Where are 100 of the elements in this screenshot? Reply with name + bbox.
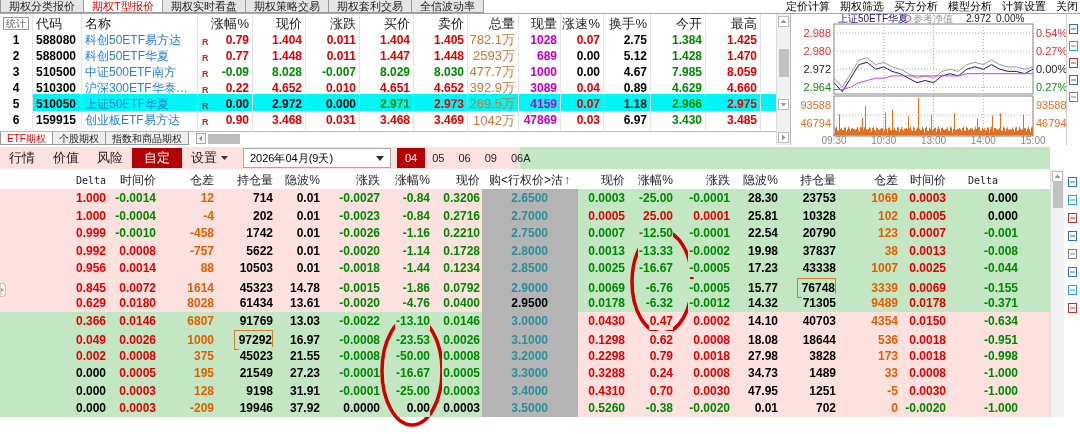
column-header: 总量	[468, 14, 519, 34]
toolbar-icon[interactable]	[1067, 177, 1077, 187]
table-cell-text: 创业板ETF易方达	[85, 112, 180, 130]
month-tab[interactable]: 06A	[504, 148, 538, 168]
table-cell-text: 0.77	[225, 47, 249, 65]
toolbar-icon[interactable]	[1069, 75, 1078, 85]
column-header: 购<行权价>沽	[488, 172, 563, 189]
axis-label: 93588	[800, 99, 831, 111]
table-cell-text: 2.75	[623, 31, 647, 49]
table-cell-text: 1.404	[379, 31, 410, 49]
legend-label: 参考净值	[913, 14, 953, 24]
column-header: 仓差	[189, 172, 215, 189]
toolbar-icon[interactable]	[1067, 213, 1077, 223]
time-label: 13:00	[921, 135, 946, 145]
tab[interactable]: ETF期权	[0, 132, 53, 145]
tab[interactable]: 期权分类报价	[0, 0, 84, 13]
scroll-thumb-icon[interactable]	[207, 133, 240, 144]
menu-item[interactable]: 模型分析	[948, 0, 992, 13]
month-tab[interactable]: 05	[425, 148, 452, 168]
column-header: 时间价	[909, 172, 947, 189]
axis-label: 2.964	[803, 81, 831, 94]
time-label: 14:00	[970, 135, 996, 145]
column-header: 涨幅%	[394, 172, 431, 189]
menu-item[interactable]: 计算设置	[1002, 0, 1046, 13]
settings-button[interactable]: 设置	[182, 148, 237, 168]
column-header: 涨幅%	[198, 14, 253, 34]
tab[interactable]: 全信波动率	[410, 0, 484, 13]
scroll-thumb-icon[interactable]	[1052, 182, 1063, 208]
toolbar-icon[interactable]	[1067, 267, 1077, 277]
strike-cell: 2.8500	[482, 259, 578, 277]
toolbar-icon[interactable]	[1069, 92, 1078, 102]
menu-item[interactable]: 关闭	[1056, 0, 1078, 13]
stat-button[interactable]: 统计	[3, 17, 29, 31]
table-cell-text: 6	[12, 112, 20, 130]
column-header: 时间价	[119, 172, 157, 189]
column-header: 卖价	[414, 14, 468, 34]
scroll-up-icon[interactable]	[1052, 171, 1063, 182]
table-cell-text: 3.468	[379, 112, 410, 130]
toolbar-icon[interactable]	[1067, 303, 1077, 313]
table-cell-text: 科创50ETF华夏	[85, 47, 169, 65]
scroll-down-icon[interactable]	[778, 99, 789, 110]
column-header: 现量	[519, 14, 561, 34]
table-cell: 97292	[233, 330, 273, 350]
tab[interactable]: 个股期权	[51, 132, 106, 145]
month-tab[interactable]: 04	[397, 148, 426, 168]
scroll-left-icon[interactable]	[195, 133, 206, 144]
table-cell-text: 1.405	[433, 31, 464, 49]
tab[interactable]: 期权实时看盘	[161, 0, 246, 13]
view-tab[interactable]: 风险	[88, 148, 132, 168]
table-cell: -0.0012	[688, 294, 730, 312]
chart-price: 2.972	[966, 14, 992, 24]
menu-item[interactable]: 期权筛选	[840, 0, 884, 13]
column-header: 涨跌	[705, 172, 731, 189]
toolbar-icon[interactable]	[1069, 58, 1078, 68]
menu-item[interactable]: 买方分析	[894, 0, 938, 13]
tab[interactable]: 期权套利交易	[327, 0, 412, 13]
month-tab[interactable]: 09	[477, 148, 504, 168]
toolbar-icon[interactable]	[1069, 24, 1078, 34]
table-cell: -0.0005	[688, 259, 730, 277]
time-label: 10:30	[871, 135, 897, 145]
tab[interactable]: 期权策略交易	[244, 0, 329, 13]
column-header: 买价	[360, 14, 414, 34]
axis-label: 0.27%	[1036, 81, 1067, 94]
table-cell-text: 47869	[523, 112, 557, 130]
toolbar-icon[interactable]	[1067, 285, 1077, 295]
scrollbar[interactable]	[1050, 169, 1064, 417]
menu-item[interactable]: 定价计算	[786, 0, 830, 13]
table-cell: 0.0005	[442, 364, 480, 382]
chart-title: 上证50ETF华夏	[838, 14, 908, 24]
month-tab[interactable]: 06	[451, 148, 478, 168]
table-cell-text: 3.485	[726, 112, 757, 130]
collapse-handle-icon[interactable]	[0, 283, 6, 297]
strike-cell: 3.3000	[482, 364, 578, 382]
flag-label: R	[202, 35, 209, 49]
column-header: 涨幅%	[637, 172, 674, 189]
view-tab[interactable]: 自定	[132, 148, 182, 168]
axis-label: 0.54%	[1036, 27, 1067, 40]
table-cell-text: 0.011	[326, 47, 356, 65]
scroll-right-icon[interactable]	[778, 132, 789, 143]
table-cell-text: 2	[12, 47, 20, 65]
expiry-dropdown[interactable]: 2026年04月(9天)	[243, 148, 391, 168]
toolbar-icon[interactable]	[1069, 41, 1078, 51]
table-cell-text: 科创50ETF易方达	[85, 31, 181, 49]
toolbar-icon[interactable]	[1067, 231, 1077, 241]
view-tab[interactable]: 价值	[44, 148, 88, 168]
tab[interactable]: 期权T型报价	[83, 0, 163, 13]
table-cell-text: 1.448	[433, 47, 464, 65]
scroll-up-icon[interactable]	[778, 16, 789, 27]
axis-label: 93588	[1036, 99, 1067, 111]
tab[interactable]: 指数和商品期权	[104, 132, 189, 145]
scrollbar[interactable]	[776, 14, 790, 145]
table-cell-text: 1	[12, 31, 20, 49]
scroll-thumb-icon[interactable]	[778, 49, 789, 77]
axis-label: 46794	[800, 117, 831, 129]
table-cell-text: 1.425	[726, 31, 757, 49]
axis-label: 0.27%	[1036, 45, 1067, 58]
column-header: 现价	[253, 14, 306, 34]
toolbar-icon[interactable]	[1067, 249, 1077, 259]
toolbar-icon[interactable]	[1067, 195, 1077, 205]
view-tab[interactable]: 行情	[0, 148, 44, 168]
